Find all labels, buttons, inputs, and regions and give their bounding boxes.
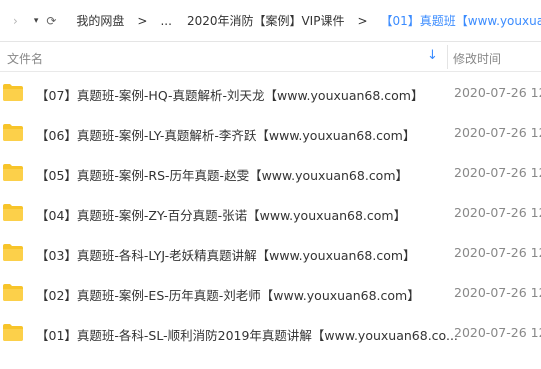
file-row[interactable]: 【02】真题班-案例-ES-历年真题-刘老师【www.youxuan68.com… (0, 273, 541, 313)
file-modified-date: 2020-07-26 12: (454, 245, 541, 260)
forward-icon[interactable]: › (13, 14, 18, 28)
breadcrumb-current: 【01】真题班【www.youxuan68.com】 (380, 14, 541, 28)
file-name[interactable]: 【04】真题班-案例-ZY-百分真题-张诺【www.youxuan68.com】 (36, 205, 406, 224)
file-name[interactable]: 【03】真题班-各科-LYJ-老妖精真题讲解【www.youxuan68.com… (36, 245, 416, 264)
breadcrumb-root[interactable]: 我的网盘 (76, 12, 124, 29)
breadcrumb-ellipsis[interactable]: ... (160, 14, 171, 28)
toolbar: › ▾ ⟳ 我的网盘 > ... 2020年消防【案例】VIP课件 > 【01】… (0, 0, 541, 42)
folder-icon (3, 164, 23, 181)
file-row[interactable]: 【01】真题班-各科-SL-顺利消防2019年真题讲解【www.youxuan6… (0, 313, 541, 353)
folder-icon (3, 244, 23, 261)
file-modified-date: 2020-07-26 12: (454, 85, 541, 100)
file-row[interactable]: 【07】真题班-案例-HQ-真题解析-刘天龙【www.youxuan68.com… (0, 73, 541, 113)
file-modified-date: 2020-07-26 12: (454, 165, 541, 180)
folder-icon (3, 324, 23, 341)
column-header-name[interactable]: 文件名 (7, 50, 43, 67)
folder-icon (3, 84, 23, 101)
file-modified-date: 2020-07-26 12: (454, 125, 541, 140)
file-name[interactable]: 【07】真题班-案例-HQ-真题解析-刘天龙【www.youxuan68.com… (36, 85, 423, 104)
breadcrumb-arrow: > (137, 13, 148, 28)
file-modified-date: 2020-07-26 12: (454, 325, 541, 340)
file-name[interactable]: 【01】真题班-各科-SL-顺利消防2019年真题讲解【www.youxuan6… (36, 325, 458, 344)
file-name[interactable]: 【02】真题班-案例-ES-历年真题-刘老师【www.youxuan68.com… (36, 285, 420, 304)
column-divider[interactable] (447, 45, 448, 69)
history-dropdown-icon[interactable]: ▾ (34, 16, 39, 26)
file-name[interactable]: 【05】真题班-案例-RS-历年真题-赵雯【www.youxuan68.com】 (36, 165, 408, 184)
column-header-modified[interactable]: 修改时间 (453, 50, 501, 67)
refresh-icon[interactable]: ⟳ (46, 14, 56, 28)
breadcrumb-arrow: > (357, 13, 368, 28)
folder-icon (3, 284, 23, 301)
file-row[interactable]: 【03】真题班-各科-LYJ-老妖精真题讲解【www.youxuan68.com… (0, 233, 541, 273)
folder-icon (3, 204, 23, 221)
file-modified-date: 2020-07-26 12: (454, 285, 541, 300)
file-row[interactable]: 【06】真题班-案例-LY-真题解析-李齐跃【www.youxuan68.com… (0, 113, 541, 153)
file-row[interactable]: 【05】真题班-案例-RS-历年真题-赵雯【www.youxuan68.com】… (0, 153, 541, 193)
file-row[interactable]: 【04】真题班-案例-ZY-百分真题-张诺【www.youxuan68.com】… (0, 193, 541, 233)
breadcrumb-parent[interactable]: 2020年消防【案例】VIP课件 (187, 12, 345, 29)
file-name[interactable]: 【06】真题班-案例-LY-真题解析-李齐跃【www.youxuan68.com… (36, 125, 415, 144)
file-modified-date: 2020-07-26 12: (454, 205, 541, 220)
file-list-header: 文件名 ↓ 修改时间 (0, 42, 541, 72)
folder-icon (3, 124, 23, 141)
sort-arrow-icon[interactable]: ↓ (427, 48, 438, 63)
